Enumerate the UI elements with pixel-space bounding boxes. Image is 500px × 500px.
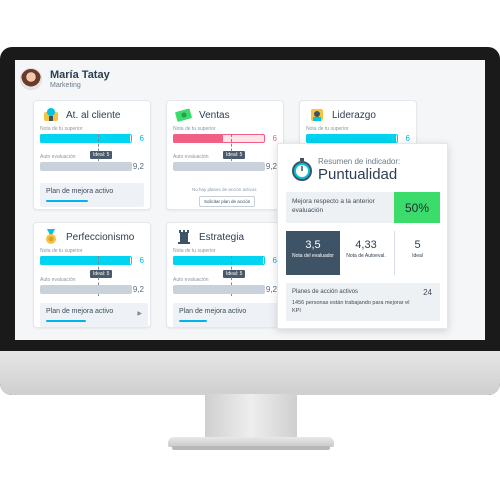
summary-subtitle: Resumen de indicador:	[318, 157, 401, 166]
ideal-tag: Ideal: 5	[223, 270, 246, 278]
auto-bar	[40, 285, 132, 294]
card-title: Estrategia	[199, 231, 245, 243]
ideal-tag: Ideal: 5	[90, 270, 113, 278]
card-at-cliente[interactable]: At. al cliente Nota de tu superior 6 Ide…	[33, 100, 151, 210]
user-header: María Tatay Marketing	[20, 68, 110, 90]
superior-bar-fill	[40, 134, 130, 143]
active-plans-title: Planes de acción activos	[292, 289, 359, 295]
superior-label: Nota de tu superior	[306, 126, 349, 132]
auto-bar	[173, 285, 265, 294]
superior-value: 6	[272, 134, 277, 143]
medal-icon	[46, 229, 56, 244]
scores-row: 3,5 Nota del evaluador 4,33 Nota de Auto…	[286, 231, 440, 275]
plan-progress	[46, 320, 86, 322]
plan-box[interactable]: Plan de mejora activo	[173, 303, 281, 327]
plan-label: Plan de mejora activo	[46, 308, 114, 315]
superior-bar-fill	[40, 256, 130, 265]
card-estrategia[interactable]: Estrategia Nota de tu superior 6 Ideal: …	[166, 222, 284, 328]
plan-box[interactable]: Plan de mejora activo ▶	[40, 303, 148, 327]
plan-label: Plan de mejora activo	[46, 188, 114, 195]
ideal-tag: Ideal: 5	[223, 151, 246, 159]
request-plan-button[interactable]: Solicitar plan de acción	[199, 196, 256, 207]
score-label: Ideal	[412, 253, 423, 259]
plan-progress	[179, 320, 207, 322]
card-title: Ventas	[199, 109, 230, 121]
score-evaluator: 3,5 Nota del evaluador	[286, 231, 340, 275]
card-ventas[interactable]: Ventas Nota de tu superior 6 Ideal: 5 Au…	[166, 100, 284, 210]
play-icon[interactable]: ▶	[137, 310, 142, 317]
score-value: 5	[414, 239, 421, 251]
superior-label: Nota de tu superior	[173, 126, 216, 132]
plan-progress	[46, 200, 88, 202]
active-plans-count: 24	[423, 288, 432, 297]
card-title: At. al cliente	[66, 109, 121, 121]
avatar[interactable]	[20, 68, 42, 90]
plan-label: Plan de mejora activo	[179, 308, 247, 315]
chess-rook-icon	[178, 230, 190, 244]
summary-title: Puntualidad	[318, 166, 398, 183]
active-plans-description: 1456 personas están trabajando para mejo…	[292, 300, 410, 314]
stopwatch-icon	[292, 158, 312, 181]
card-title: Perfeccionismo	[66, 231, 135, 243]
superior-bar-fill	[173, 256, 263, 265]
user-name: María Tatay	[50, 69, 110, 81]
active-plans-row[interactable]: Planes de acción activos 24 1456 persona…	[286, 283, 440, 321]
superior-bar	[40, 256, 132, 265]
score-label: Nota de Autoeval.	[346, 253, 386, 259]
superior-label: Nota de tu superior	[173, 248, 216, 254]
auto-bar	[40, 162, 132, 171]
ideal-tag: Ideal: 5	[90, 151, 113, 159]
monitor-stand-neck	[205, 394, 297, 442]
plan-box[interactable]: Plan de mejora activo	[40, 183, 144, 207]
monitor-stand-shadow	[172, 446, 330, 450]
superior-label: Nota de tu superior	[40, 126, 83, 132]
summary-panel: Resumen de indicador: Puntualidad Mejora…	[277, 143, 448, 329]
monitor-chin	[0, 351, 500, 395]
auto-value: 9,2	[265, 285, 277, 294]
score-autoeval: 4,33 Nota de Autoeval.	[340, 231, 392, 275]
customer-service-icon	[44, 108, 58, 121]
score-value: 3,5	[305, 239, 321, 251]
auto-value: 9,2	[132, 162, 144, 171]
superior-value: 6	[405, 134, 410, 143]
superior-value: 6	[139, 134, 144, 143]
superior-bar	[173, 134, 265, 143]
score-value: 4,33	[355, 239, 377, 251]
auto-value: 9,2	[265, 162, 277, 171]
superior-value: 6	[139, 256, 144, 265]
superior-bar-fill	[306, 134, 396, 143]
user-role: Marketing	[50, 82, 81, 89]
improvement-label: Mejora respecto a la anterior evaluación	[292, 198, 375, 214]
auto-bar	[173, 162, 265, 171]
no-plans-text: No hay planes de acción activos	[192, 187, 257, 192]
superior-bar	[173, 256, 265, 265]
score-ideal: 5 Ideal	[394, 231, 440, 275]
card-title: Liderazgo	[332, 109, 376, 121]
card-perfeccionismo[interactable]: Perfeccionismo Nota de tu superior 6 Ide…	[33, 222, 151, 328]
superior-label: Nota de tu superior	[40, 248, 83, 254]
improvement-row: Mejora respecto a la anterior evaluación…	[286, 192, 440, 223]
money-icon	[175, 108, 192, 122]
superior-bar	[40, 134, 132, 143]
auto-value: 9,2	[132, 285, 144, 294]
superior-bar	[306, 134, 398, 143]
leadership-icon	[311, 109, 323, 121]
improvement-value: 50%	[394, 192, 440, 223]
score-label: Nota del evaluador	[292, 253, 334, 259]
superior-bar-fill	[173, 134, 223, 143]
